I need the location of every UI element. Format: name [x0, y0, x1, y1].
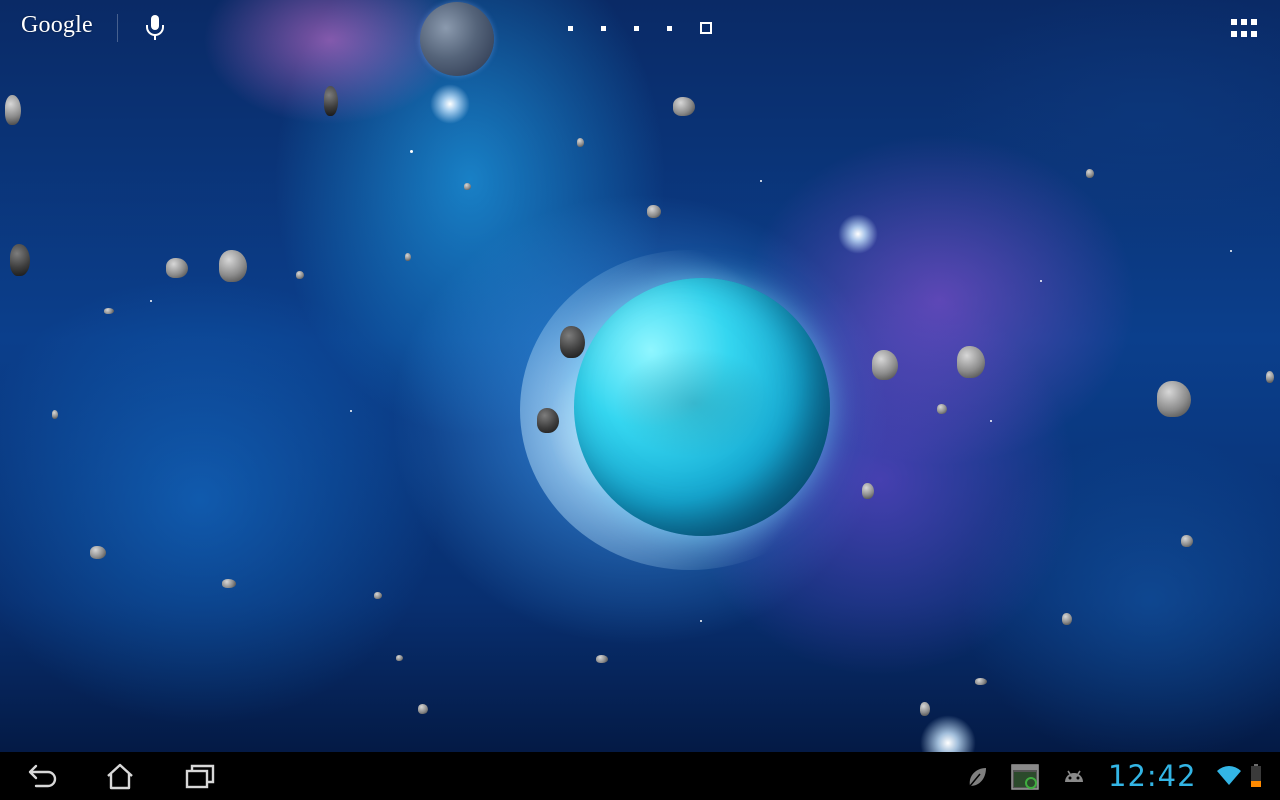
- asteroid: [52, 410, 58, 419]
- asteroid: [673, 97, 695, 116]
- leaf-notification-icon[interactable]: [964, 764, 990, 790]
- asteroid: [1062, 613, 1072, 625]
- star: [410, 150, 413, 153]
- home-icon: [107, 763, 133, 790]
- recent-apps-icon: [185, 764, 215, 789]
- asteroid: [5, 95, 21, 125]
- star: [1040, 280, 1042, 282]
- google-search-button[interactable]: Google: [21, 12, 93, 39]
- page-dot: [568, 25, 573, 31]
- asteroid: [537, 408, 559, 433]
- screenshot-notification-icon[interactable]: [1011, 764, 1039, 790]
- asteroid: [324, 86, 338, 116]
- asteroid: [577, 138, 584, 147]
- asteroid: [10, 244, 30, 276]
- planet: [574, 278, 830, 536]
- star: [700, 620, 702, 622]
- asteroid: [862, 483, 874, 499]
- space-wallpaper[interactable]: [0, 0, 1280, 771]
- back-icon: [28, 764, 57, 788]
- recent-apps-button[interactable]: [180, 760, 220, 792]
- page-dot: [634, 25, 639, 31]
- back-button[interactable]: [22, 760, 62, 792]
- asteroid: [90, 546, 106, 559]
- star: [760, 180, 762, 182]
- star: [990, 420, 992, 422]
- asteroid: [418, 704, 428, 714]
- asteroid: [396, 655, 403, 661]
- asteroid: [1157, 381, 1191, 417]
- wifi-icon[interactable]: [1216, 766, 1242, 786]
- asteroid: [104, 308, 114, 314]
- asteroid: [647, 205, 661, 218]
- bright-star: [430, 84, 470, 124]
- home-button[interactable]: [100, 760, 140, 792]
- asteroid: [920, 702, 930, 716]
- all-apps-grid-icon[interactable]: [1231, 19, 1257, 37]
- asteroid: [374, 592, 382, 599]
- search-divider: [117, 14, 118, 42]
- asteroid: [219, 250, 247, 282]
- asteroid: [296, 271, 304, 279]
- bright-star: [838, 214, 878, 254]
- system-navigation-bar: [0, 752, 1280, 800]
- asteroid: [872, 350, 898, 380]
- page-dot: [667, 25, 672, 31]
- asteroid: [166, 258, 188, 278]
- star: [1230, 250, 1232, 252]
- star: [350, 410, 352, 412]
- battery-icon[interactable]: [1250, 764, 1262, 788]
- asteroid: [596, 655, 608, 663]
- asteroid: [957, 346, 985, 378]
- asteroid: [937, 404, 947, 414]
- status-clock[interactable]: 12:42: [1108, 757, 1197, 795]
- asteroid: [405, 253, 411, 261]
- home-screen: Google 12:42: [0, 0, 1280, 800]
- page-indicator: [568, 21, 712, 35]
- asteroid: [1266, 371, 1274, 383]
- star: [150, 300, 152, 302]
- asteroid: [975, 678, 987, 685]
- microphone-icon[interactable]: [143, 13, 167, 41]
- asteroid: [560, 326, 585, 358]
- asteroid: [1181, 535, 1193, 547]
- page-dot: [601, 25, 606, 31]
- moon: [420, 2, 494, 76]
- asteroid: [1086, 169, 1094, 178]
- page-dot-current: [700, 22, 712, 34]
- asteroid: [222, 579, 236, 588]
- android-debug-icon[interactable]: [1061, 764, 1087, 790]
- asteroid: [464, 183, 471, 190]
